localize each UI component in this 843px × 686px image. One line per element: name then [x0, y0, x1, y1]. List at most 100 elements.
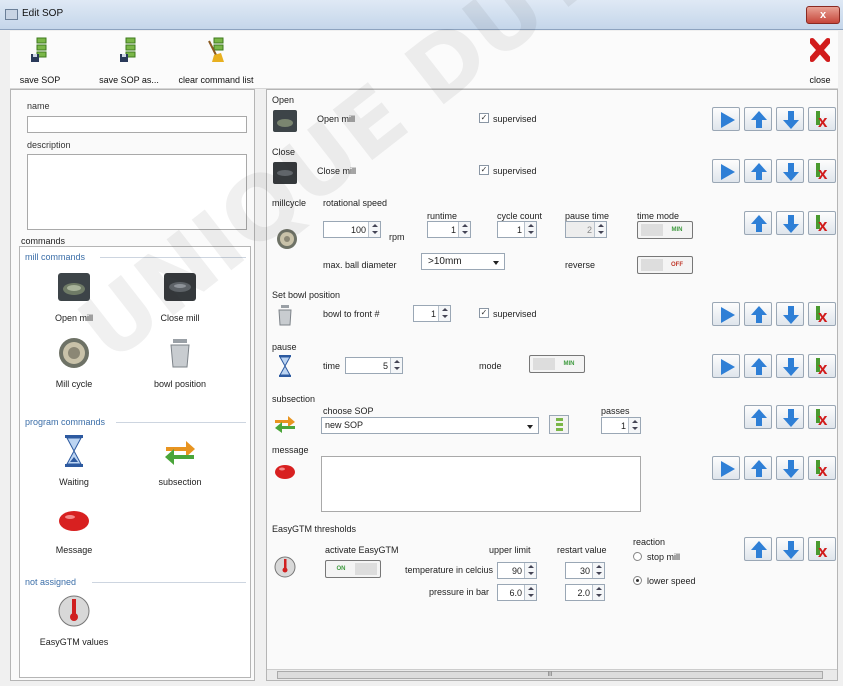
pressure-label: pressure in bar [429, 587, 490, 597]
move-down-button[interactable] [776, 456, 804, 480]
close-supervised-label: supervised [493, 166, 537, 176]
app-icon [5, 9, 18, 20]
message-icon [275, 465, 295, 479]
reaction-label: reaction [633, 537, 666, 547]
group-divider [92, 582, 246, 583]
move-up-button[interactable] [744, 159, 772, 183]
run-button[interactable] [712, 107, 740, 131]
message-icon [59, 511, 89, 531]
runtime-input[interactable]: 1 [427, 221, 471, 238]
pause-mode-toggle[interactable]: MIN [529, 355, 585, 373]
delete-button[interactable]: x [808, 302, 836, 326]
pressure-upper-input[interactable]: 6.0 [497, 584, 537, 601]
not-assigned-group-label: not assigned [25, 577, 77, 587]
easygtm-values-label: EasyGTM values [39, 637, 109, 647]
palette-easygtm[interactable]: EasyGTM values [32, 593, 116, 647]
move-down-button[interactable] [776, 537, 804, 561]
mill-commands-group-label: mill commands [25, 252, 86, 262]
save-sop-button[interactable]: save SOP [10, 31, 70, 89]
scrollbar-thumb[interactable]: III [277, 671, 823, 679]
rotational-speed-input[interactable]: 100 [323, 221, 381, 238]
open-supervised-label: supervised [493, 114, 537, 124]
pressure-restart-input[interactable]: 2.0 [565, 584, 605, 601]
edit-subsection-button[interactable] [549, 415, 569, 434]
upper-limit-label: upper limit [489, 545, 531, 555]
pause-time-input[interactable]: 2 [565, 221, 607, 238]
time-mode-label: time mode [637, 211, 680, 221]
stop-mill-radio[interactable] [633, 552, 642, 561]
run-button[interactable] [712, 302, 740, 326]
clear-command-list-button[interactable]: clear command list [172, 31, 260, 89]
move-down-button[interactable] [776, 302, 804, 326]
group-divider [116, 422, 246, 423]
move-up-button[interactable] [744, 302, 772, 326]
bowl-icon [278, 305, 292, 326]
delete-button[interactable]: x [808, 354, 836, 378]
temperature-restart-input[interactable]: 30 [565, 562, 605, 579]
ball-diameter-select[interactable]: >10mm [421, 253, 505, 270]
move-down-button[interactable] [776, 107, 804, 131]
palette-message[interactable]: Message [32, 501, 116, 555]
program-commands-group-label: program commands [25, 417, 106, 427]
move-down-button[interactable] [776, 159, 804, 183]
bowl-to-front-label: bowl to front # [323, 309, 380, 319]
run-button[interactable] [712, 354, 740, 378]
move-up-button[interactable] [744, 354, 772, 378]
reverse-label: reverse [565, 260, 596, 270]
temperature-upper-input[interactable]: 90 [497, 562, 537, 579]
lower-speed-radio[interactable] [633, 576, 642, 585]
subsection-section-title: subsection [272, 394, 316, 404]
delete-button[interactable]: x [808, 405, 836, 429]
pause-mode-value: MIN [563, 361, 575, 367]
bowl-supervised-label: supervised [493, 309, 537, 319]
passes-input[interactable]: 1 [601, 417, 641, 434]
move-up-button[interactable] [744, 537, 772, 561]
cycle-count-input[interactable]: 1 [497, 221, 537, 238]
close-supervised-checkbox[interactable]: ✓ [479, 165, 489, 175]
delete-button[interactable]: x [808, 107, 836, 131]
pause-time-value-input[interactable]: 5 [345, 357, 403, 374]
move-up-button[interactable] [744, 211, 772, 235]
bowl-supervised-checkbox[interactable]: ✓ [479, 308, 489, 318]
bowl-section-title: Set bowl position [272, 290, 341, 300]
palette-subsection[interactable]: subsection [138, 433, 222, 487]
name-label: name [27, 101, 50, 111]
choose-sop-select[interactable]: new SOP [321, 417, 539, 434]
message-section-title: message [272, 445, 309, 455]
save-sop-icon [31, 37, 47, 62]
delete-button[interactable]: x [808, 456, 836, 480]
bowl-number-input[interactable]: 1 [413, 305, 451, 322]
easygtm-toggle[interactable]: ON OFF [325, 560, 381, 578]
time-mode-toggle[interactable]: MIN [637, 221, 693, 239]
move-down-button[interactable] [776, 405, 804, 429]
horizontal-scrollbar[interactable]: III [267, 669, 837, 680]
delete-button[interactable]: x [808, 211, 836, 235]
save-sop-as-button[interactable]: save SOP as... [88, 31, 170, 89]
close-button[interactable]: close [804, 31, 836, 89]
run-button[interactable] [712, 159, 740, 183]
gauge-icon [58, 595, 90, 627]
move-up-button[interactable] [744, 405, 772, 429]
window-close-button[interactable]: x [806, 6, 840, 24]
run-button[interactable] [712, 456, 740, 480]
move-down-button[interactable] [776, 211, 804, 235]
message-textarea[interactable] [321, 456, 641, 512]
reverse-toggle[interactable]: OFF [637, 256, 693, 274]
temperature-label: temperature in celcius [405, 565, 494, 575]
pause-section-title: pause [272, 342, 297, 352]
ball-diameter-label: max. ball diameter [323, 260, 397, 270]
move-up-button[interactable] [744, 107, 772, 131]
name-input[interactable] [27, 116, 247, 133]
move-up-button[interactable] [744, 456, 772, 480]
palette-waiting[interactable]: Waiting [32, 433, 116, 487]
commands-label: commands [21, 236, 66, 246]
open-supervised-checkbox[interactable]: ✓ [479, 113, 489, 123]
pause-time-label: pause time [565, 211, 610, 221]
time-mode-value: MIN [671, 227, 683, 233]
sop-list-icon [556, 418, 563, 431]
delete-button[interactable]: x [808, 537, 836, 561]
hourglass-icon [65, 435, 83, 467]
waiting-label: Waiting [59, 477, 89, 487]
move-down-button[interactable] [776, 354, 804, 378]
delete-button[interactable]: x [808, 159, 836, 183]
